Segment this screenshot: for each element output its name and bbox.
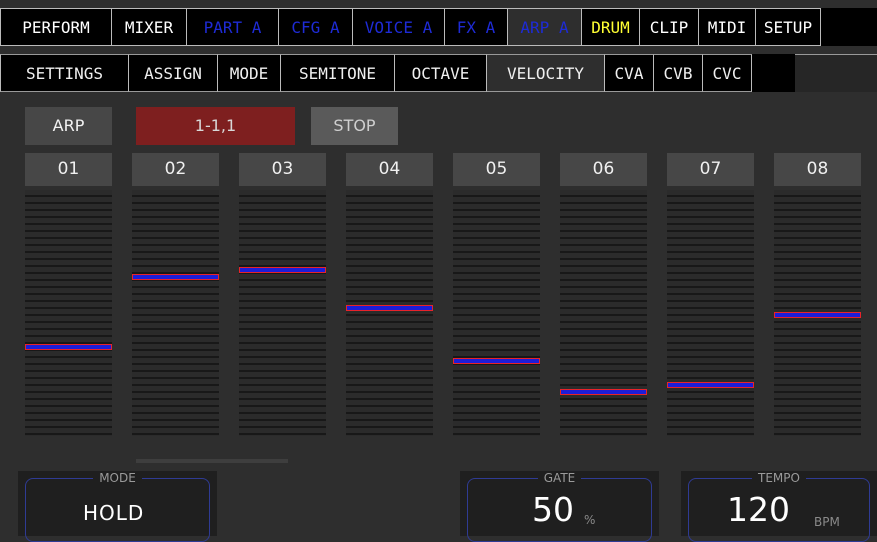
velocity-slider-05[interactable]	[453, 190, 540, 436]
tab-assign[interactable]: ASSIGN	[129, 54, 218, 92]
velocity-marker[interactable]	[25, 344, 112, 350]
velocity-marker[interactable]	[239, 267, 326, 273]
step-header-02: 02	[132, 153, 219, 186]
position-display: 1-1,1	[136, 107, 295, 145]
gate-label: GATE	[537, 471, 582, 485]
tab-midi[interactable]: MIDI	[699, 8, 756, 46]
tab-mode[interactable]: MODE	[218, 54, 281, 92]
velocity-slider-08[interactable]	[774, 190, 861, 436]
velocity-slider-02[interactable]	[132, 190, 219, 436]
mode-panel[interactable]: MODE HOLD	[18, 471, 217, 542]
tempo-unit: BPM	[814, 515, 840, 529]
tab-cva[interactable]: CVA	[605, 54, 654, 92]
tab-settings[interactable]: SETTINGS	[0, 54, 129, 92]
tempo-panel[interactable]: TEMPO 120 BPM	[681, 471, 877, 542]
tab-drum[interactable]: DRUM	[582, 8, 640, 46]
tab-fx-a[interactable]: FX A	[445, 8, 508, 46]
step-header-01: 01	[25, 153, 112, 186]
velocity-slider-07[interactable]	[667, 190, 754, 436]
tab-cvb[interactable]: CVB	[654, 54, 703, 92]
stop-button[interactable]: STOP	[311, 107, 398, 145]
velocity-marker[interactable]	[346, 305, 433, 311]
tab-voice-a[interactable]: VOICE A	[353, 8, 445, 46]
tab-semitone[interactable]: SEMITONE	[281, 54, 395, 92]
velocity-marker[interactable]	[453, 358, 540, 364]
velocity-marker[interactable]	[667, 382, 754, 388]
tab-octave[interactable]: OCTAVE	[395, 54, 487, 92]
tab-cfg-a[interactable]: CFG A	[279, 8, 353, 46]
tempo-value: 120	[727, 490, 790, 529]
arp-button[interactable]: ARP	[25, 107, 112, 145]
sub-tab-bar: SETTINGS ASSIGN MODE SEMITONE OCTAVE VEL…	[0, 54, 795, 92]
horizontal-scrollbar[interactable]	[136, 459, 288, 463]
gate-panel[interactable]: GATE 50 %	[460, 471, 659, 542]
velocity-slider-06[interactable]	[560, 190, 647, 436]
velocity-slider-03[interactable]	[239, 190, 326, 436]
tab-mixer[interactable]: MIXER	[112, 8, 187, 46]
step-header-04: 04	[346, 153, 433, 186]
step-header-08: 08	[774, 153, 861, 186]
gate-value: 50	[532, 490, 574, 529]
tab-velocity[interactable]: VELOCITY	[487, 54, 605, 92]
mode-value: HOLD	[83, 501, 145, 525]
tempo-label: TEMPO	[752, 471, 806, 485]
velocity-marker[interactable]	[560, 389, 647, 395]
step-header-05: 05	[453, 153, 540, 186]
velocity-slider-01[interactable]	[25, 190, 112, 436]
tab-clip[interactable]: CLIP	[640, 8, 699, 46]
step-header-07: 07	[667, 153, 754, 186]
step-header-06: 06	[560, 153, 647, 186]
tab-setup[interactable]: SETUP	[756, 8, 821, 46]
velocity-slider-04[interactable]	[346, 190, 433, 436]
top-tab-bar: PERFORM MIXER PART A CFG A VOICE A FX A …	[0, 8, 877, 46]
gate-unit: %	[584, 513, 596, 527]
velocity-marker[interactable]	[774, 312, 861, 318]
velocity-marker[interactable]	[132, 274, 219, 280]
mode-label: MODE	[93, 471, 142, 485]
step-header-03: 03	[239, 153, 326, 186]
tab-cvc[interactable]: CVC	[703, 54, 752, 92]
tab-perform[interactable]: PERFORM	[0, 8, 112, 46]
sub-tab-bar-filler	[795, 54, 877, 92]
tab-part-a[interactable]: PART A	[187, 8, 279, 46]
tab-arp-a[interactable]: ARP A	[508, 8, 582, 46]
